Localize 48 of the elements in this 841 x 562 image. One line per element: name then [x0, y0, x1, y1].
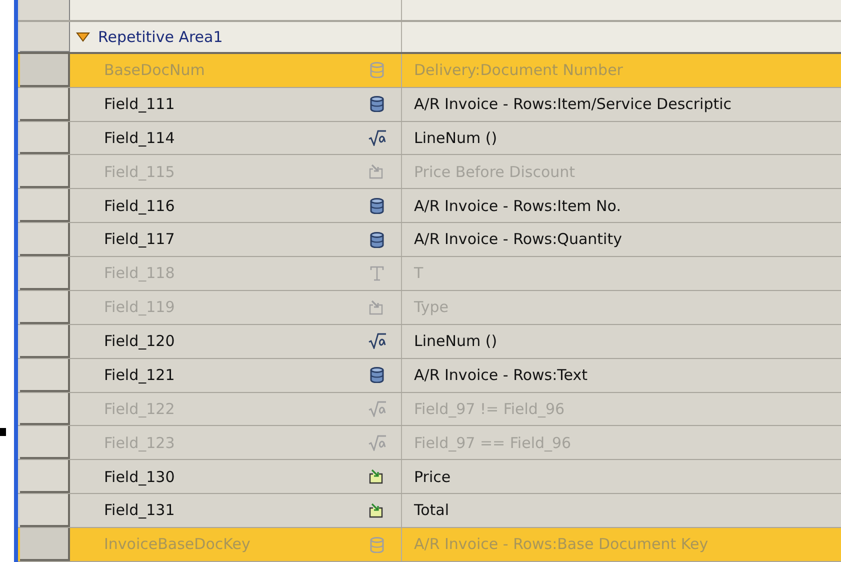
- field-source: A/R Invoice - Rows:Base Document Key: [414, 534, 708, 556]
- field-source: LineNum (): [414, 128, 498, 149]
- arrow-box-icon: [369, 300, 384, 315]
- arrow-box-icon: [369, 164, 384, 180]
- row-header[interactable]: [20, 494, 70, 528]
- row-header[interactable]: [20, 189, 70, 222]
- row-header[interactable]: [20, 22, 70, 52]
- row-header[interactable]: [20, 223, 70, 256]
- formula-icon: [368, 130, 386, 146]
- field-name: Field_117: [104, 229, 175, 250]
- field-source: LineNum (): [414, 331, 498, 352]
- database-icon: [370, 62, 384, 78]
- field-source: A/R Invoice - Rows:Item No.: [414, 196, 621, 216]
- formula-icon: [368, 333, 386, 350]
- field-name: Field_131: [104, 500, 175, 522]
- field-name: Field_121: [104, 364, 175, 386]
- letter-t-icon: [370, 266, 384, 281]
- arrow-box-icon: [369, 469, 384, 484]
- group-label: Repetitive Area1: [98, 26, 223, 48]
- group-row[interactable]: Repetitive Area1: [70, 22, 402, 52]
- formula-icon: [368, 401, 386, 417]
- database-icon: [370, 536, 384, 552]
- row-header[interactable]: [20, 88, 70, 121]
- field-name: BaseDocNum: [104, 60, 205, 81]
- row-header[interactable]: [20, 324, 70, 358]
- field-source: A/R Invoice - Rows:Text: [414, 364, 588, 386]
- database-icon: [370, 198, 384, 214]
- expand-triangle-icon[interactable]: [76, 32, 90, 42]
- database-icon: [370, 96, 384, 112]
- formula-icon: [368, 434, 386, 451]
- field-name: Field_111: [104, 94, 175, 115]
- field-source: Delivery:Document Number: [414, 60, 623, 81]
- arrow-box-icon: [369, 503, 384, 518]
- field-source: Price: [414, 466, 451, 488]
- field-source: Total: [414, 500, 450, 522]
- database-icon: [370, 367, 384, 384]
- database-icon: [370, 232, 384, 248]
- edge-mark: [0, 428, 6, 436]
- field-source: A/R Invoice - Rows:Quantity: [414, 229, 622, 250]
- field-name: Field_130: [104, 466, 175, 488]
- field-name: Field_114: [104, 128, 175, 149]
- row-header[interactable]: [20, 358, 70, 392]
- field-name: Field_120: [104, 331, 175, 352]
- field-name: InvoiceBaseDocKey: [104, 534, 250, 556]
- row-header[interactable]: [20, 460, 70, 494]
- row-header[interactable]: [20, 122, 70, 154]
- field-name: Field_116: [104, 196, 175, 216]
- field-source: A/R Invoice - Rows:Item/Service Descriptic: [414, 94, 732, 115]
